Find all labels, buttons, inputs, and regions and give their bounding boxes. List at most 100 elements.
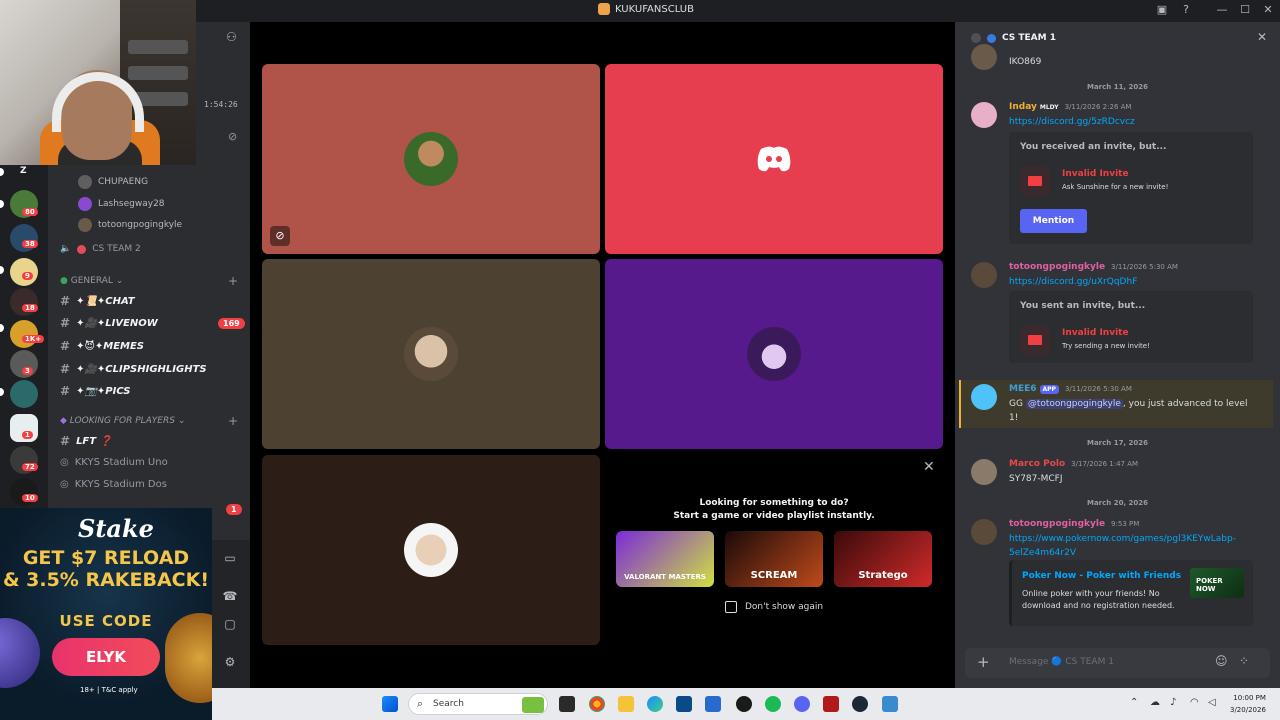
- stage-channel-dos[interactable]: ◎ KKYS Stadium Dos: [60, 479, 167, 490]
- discord-logo-icon: [757, 146, 791, 172]
- ad-headline-1: GET $7 RELOAD: [22, 547, 190, 569]
- channel-clipshighlights[interactable]: # ✦🎥✦CLIPSHIGHLIGHTS: [60, 362, 207, 376]
- dont-show-checkbox[interactable]: [725, 601, 737, 613]
- spotify-icon[interactable]: [765, 696, 781, 712]
- shelf-item: [128, 40, 188, 54]
- store-icon[interactable]: [676, 696, 692, 712]
- close-window-button[interactable]: ✕: [1260, 3, 1276, 16]
- promo-code-button[interactable]: ELYK: [52, 638, 160, 676]
- add-channel-icon[interactable]: +: [228, 274, 238, 288]
- voice-channel-cs-team-2[interactable]: 🔈 CS TEAM 2: [60, 244, 141, 254]
- minimize-button[interactable]: —: [1214, 3, 1230, 16]
- message-link[interactable]: https://discord.gg/5zRDcvcz: [1009, 116, 1135, 129]
- network-icon[interactable]: ☁: [1150, 697, 1160, 708]
- participant-tile[interactable]: [262, 455, 600, 645]
- close-chat-icon[interactable]: ✕: [1257, 30, 1267, 44]
- screen-share-icon[interactable]: ▭: [220, 548, 240, 568]
- message-timestamp: 3/11/2026 5:30 AM: [1064, 385, 1132, 393]
- message-link[interactable]: https://www.pokernow.com/games/pgl3KEYwL…: [1009, 533, 1236, 546]
- notepad-icon[interactable]: [882, 696, 898, 712]
- help-icon[interactable]: ?: [1178, 3, 1194, 16]
- game-card-stratego[interactable]: Stratego: [834, 531, 932, 587]
- avatar[interactable]: [971, 102, 997, 128]
- close-icon[interactable]: ✕: [923, 459, 935, 475]
- voice-user[interactable]: Lashsegway28: [78, 197, 165, 211]
- embed-title[interactable]: Poker Now - Poker with Friends: [1022, 571, 1181, 581]
- message-timestamp: 9:53 PM: [1111, 520, 1140, 528]
- game-card-valorant[interactable]: VALORANT MASTERS: [616, 531, 714, 587]
- channel-livenow[interactable]: # ✦🎥✦LIVENOW: [60, 316, 158, 330]
- discord-taskbar-icon[interactable]: [794, 696, 810, 712]
- participant-tile[interactable]: ⊘: [262, 64, 600, 254]
- category-general[interactable]: ● GENERAL ⌄: [60, 276, 123, 286]
- dota-icon[interactable]: [823, 696, 839, 712]
- avatar: [78, 197, 92, 211]
- message-author[interactable]: Inday MLDY 3/11/2026 2:26 AM: [1009, 102, 1131, 112]
- stage-channel-uno[interactable]: ◎ KKYS Stadium Uno: [60, 457, 168, 468]
- file-explorer-icon[interactable]: [618, 696, 634, 712]
- channel-lft[interactable]: # LFT ❓: [60, 434, 112, 448]
- participant-tile[interactable]: [605, 259, 943, 449]
- stake-advertisement[interactable]: Stake GET $7 RELOAD & 3.5% RAKEBACK! USE…: [0, 508, 212, 720]
- chrome-icon[interactable]: [589, 696, 605, 712]
- message-composer[interactable]: + Message 🔵 CS TEAM 1 ☺ ⁘: [965, 648, 1270, 678]
- stage-icon: ◎: [60, 479, 69, 490]
- message-author[interactable]: totoongpogingkyle 3/11/2026 5:30 AM: [1009, 262, 1178, 272]
- category-looking-for-players[interactable]: ◆ LOOKING FOR PLAYERS ⌄: [60, 416, 185, 426]
- gamepad-icon: ◆: [60, 416, 67, 426]
- message-author[interactable]: Marco Polo 3/17/2026 1:47 AM: [1009, 459, 1138, 469]
- channel-pics[interactable]: # ✦📷✦PICS: [60, 384, 131, 398]
- wifi-icon[interactable]: ◠: [1190, 697, 1199, 708]
- soundboard-icon[interactable]: ▢: [220, 614, 240, 634]
- server-badge: 1K+: [22, 335, 45, 343]
- participant-tile[interactable]: [262, 259, 600, 449]
- server-icon[interactable]: [10, 380, 38, 408]
- message-link[interactable]: 5elZe4m64r2V: [1009, 547, 1076, 560]
- apps-icon[interactable]: ⁘: [1239, 654, 1249, 668]
- maximize-button[interactable]: ☐: [1237, 3, 1253, 16]
- message-input[interactable]: Message 🔵 CS TEAM 1: [1009, 657, 1114, 667]
- chat-bubble-icon: [971, 33, 981, 43]
- mention-button[interactable]: Mention: [1020, 209, 1087, 233]
- emoji-icon[interactable]: ☺: [1215, 654, 1228, 668]
- system-clock[interactable]: 10:00 PM 3/20/2026: [1230, 692, 1266, 716]
- add-friend-icon[interactable]: ⚇: [226, 30, 237, 44]
- outlook-icon[interactable]: [705, 696, 721, 712]
- task-view-icon[interactable]: [559, 696, 575, 712]
- add-channel-icon[interactable]: +: [228, 414, 238, 428]
- game-card-scream[interactable]: SCREAM: [725, 531, 823, 587]
- volume-icon[interactable]: ◁: [1208, 697, 1216, 708]
- tray-overflow-icon[interactable]: ⌃: [1130, 697, 1138, 708]
- speaker-icon: 🔈: [60, 244, 72, 254]
- disconnect-icon[interactable]: ☎: [220, 586, 240, 606]
- participant-tile[interactable]: [605, 64, 943, 254]
- avatar[interactable]: [971, 519, 997, 545]
- avatar[interactable]: [971, 459, 997, 485]
- avatar[interactable]: [971, 262, 997, 288]
- edge-icon[interactable]: [647, 696, 663, 712]
- user-mention[interactable]: @totoongpogingkyle: [1025, 399, 1123, 409]
- start-icon[interactable]: [382, 696, 398, 712]
- server-letter[interactable]: Z: [20, 166, 27, 176]
- obs-icon[interactable]: [736, 696, 752, 712]
- message-author[interactable]: MEE6 APP 3/11/2026 5:30 AM: [1009, 384, 1132, 394]
- microphone-icon[interactable]: ♪: [1170, 697, 1176, 708]
- dont-show-again[interactable]: Don't show again: [725, 601, 823, 613]
- channel-chat[interactable]: # ✦📜✦CHAT: [60, 294, 135, 308]
- author-name: Inday: [1009, 102, 1037, 112]
- voice-user[interactable]: CHUPAENG: [78, 175, 148, 189]
- inbox-icon[interactable]: ▣: [1154, 3, 1170, 16]
- message-author[interactable]: totoongpogingkyle 9:53 PM: [1009, 519, 1139, 529]
- server-icon[interactable]: [10, 320, 38, 348]
- invite-embed-header: You sent an invite, but...: [1020, 301, 1146, 311]
- voice-user[interactable]: totoongpogingkyle: [78, 218, 182, 232]
- attach-plus-icon[interactable]: +: [977, 653, 990, 671]
- message-link[interactable]: https://discord.gg/uXrQqDhF: [1009, 276, 1137, 289]
- settings-gear-icon[interactable]: ⚙: [220, 652, 240, 672]
- activity-prompt-line-2: Start a game or video playlist instantly…: [673, 511, 875, 521]
- channel-memes[interactable]: # ✦😈✦MEMES: [60, 339, 144, 353]
- avatar[interactable]: [971, 44, 997, 70]
- avatar[interactable]: [971, 384, 997, 410]
- steam-icon[interactable]: [852, 696, 868, 712]
- weather-icon[interactable]: [522, 697, 544, 713]
